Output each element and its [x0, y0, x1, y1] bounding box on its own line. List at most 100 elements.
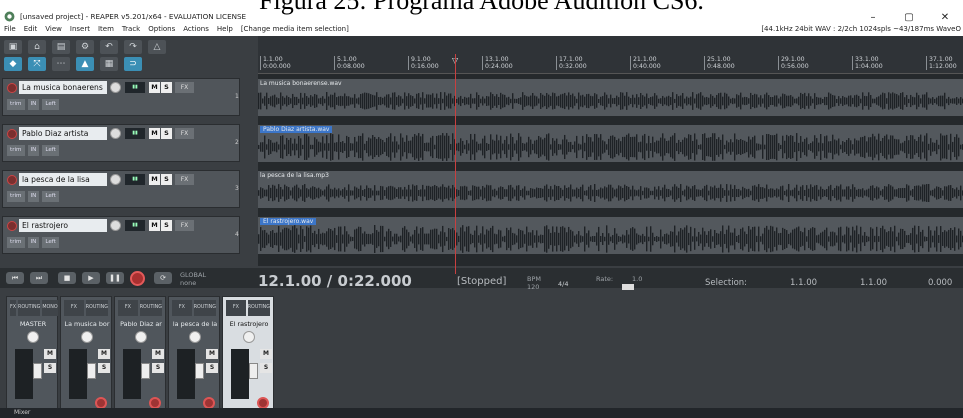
- output-select[interactable]: Left: [42, 145, 59, 156]
- mixer-tab[interactable]: Mixer: [14, 409, 30, 416]
- media-item[interactable]: El rastrojero.wav: [258, 217, 963, 254]
- strip-mute-button[interactable]: M: [206, 349, 218, 359]
- stop-button[interactable]: ■: [58, 272, 76, 284]
- strip-mute-button[interactable]: M: [98, 349, 110, 359]
- output-select[interactable]: Left: [42, 237, 59, 248]
- menu-item[interactable]: Options: [148, 25, 175, 33]
- master-strip[interactable]: FX ROUTING MONO MASTER M S: [6, 296, 58, 418]
- strip-solo-button[interactable]: S: [44, 363, 56, 373]
- output-select[interactable]: Left: [42, 191, 59, 202]
- ruler-marker[interactable]: 33.1.00 1:04.000: [852, 56, 883, 70]
- strip-name[interactable]: Pablo Diaz ar: [115, 320, 167, 328]
- routing-button[interactable]: ROUTING: [85, 300, 108, 316]
- volume-knob-icon[interactable]: [110, 82, 121, 93]
- selection-start[interactable]: 1.1.00: [790, 278, 817, 288]
- ruler-marker[interactable]: 13.1.00 0:24.000: [482, 56, 513, 70]
- ruler-marker[interactable]: 9.1.00 0:16.000: [408, 56, 439, 70]
- track-name[interactable]: Pablo Diaz artista: [19, 127, 107, 140]
- mute-button[interactable]: M: [149, 82, 160, 93]
- pan-knob-icon[interactable]: [27, 331, 39, 343]
- media-item[interactable]: La musica bonaerense.wav: [258, 79, 963, 116]
- go-end-button[interactable]: ⏭: [30, 272, 48, 284]
- volume-fader[interactable]: [33, 363, 42, 379]
- mixer-strip[interactable]: FXROUTINGLa musica borMS1: [60, 296, 112, 418]
- mixer-strip[interactable]: FXROUTINGEl rastrojeroMS4: [222, 296, 274, 418]
- strip-fx-button[interactable]: FX: [226, 300, 246, 316]
- open-project-icon[interactable]: ⌂: [28, 40, 46, 54]
- volume-fader[interactable]: [141, 363, 150, 379]
- routing-button[interactable]: ROUTING: [18, 300, 41, 316]
- solo-button[interactable]: S: [161, 220, 172, 231]
- strip-solo-button[interactable]: S: [98, 363, 110, 373]
- input-button[interactable]: IN: [27, 145, 40, 156]
- routing-button[interactable]: ROUTING: [247, 300, 270, 316]
- save-icon[interactable]: ▤: [52, 40, 70, 54]
- track-header[interactable]: La musica bonaerens ▮▮ M S FX trim IN Left 1: [2, 78, 240, 116]
- pan-knob-icon[interactable]: [243, 331, 255, 343]
- edit-cursor[interactable]: [455, 54, 456, 274]
- trim-button[interactable]: trim: [7, 191, 25, 202]
- selection-end[interactable]: 1.1.00: [860, 278, 887, 288]
- strip-fx-button[interactable]: FX: [118, 300, 138, 316]
- ripple-icon[interactable]: ⤧: [28, 57, 46, 71]
- volume-fader[interactable]: [249, 363, 258, 379]
- volume-knob-icon[interactable]: [110, 128, 121, 139]
- trim-button[interactable]: trim: [7, 99, 25, 110]
- selection-length[interactable]: 0.000: [928, 278, 952, 288]
- strip-fx-button[interactable]: FX: [172, 300, 192, 316]
- metronome-icon[interactable]: △: [148, 40, 166, 54]
- record-button[interactable]: [130, 271, 145, 286]
- solo-button[interactable]: S: [161, 174, 172, 185]
- solo-button[interactable]: S: [161, 82, 172, 93]
- strip-fx-button[interactable]: FX: [10, 300, 17, 316]
- settings-icon[interactable]: ⚙: [76, 40, 94, 54]
- strip-mute-button[interactable]: M: [152, 349, 164, 359]
- strip-name[interactable]: La musica bor: [61, 320, 113, 328]
- envelope-icon[interactable]: ▦: [100, 57, 118, 71]
- volume-knob-icon[interactable]: [110, 220, 121, 231]
- menu-item[interactable]: File: [4, 25, 16, 33]
- play-button[interactable]: ▶: [82, 272, 100, 284]
- fx-button[interactable]: FX: [175, 82, 194, 93]
- ruler-marker[interactable]: 29.1.00 0:56.000: [778, 56, 809, 70]
- input-button[interactable]: IN: [27, 191, 40, 202]
- rate-value[interactable]: 1.0: [632, 275, 642, 283]
- menu-item[interactable]: View: [45, 25, 62, 33]
- menu-item[interactable]: Insert: [70, 25, 90, 33]
- fx-button[interactable]: FX: [175, 128, 194, 139]
- routing-button[interactable]: ROUTING: [139, 300, 162, 316]
- volume-fader[interactable]: [195, 363, 204, 379]
- mute-button[interactable]: M: [149, 128, 160, 139]
- solo-button[interactable]: S: [161, 128, 172, 139]
- record-arm-icon[interactable]: [7, 221, 17, 231]
- menu-item[interactable]: Edit: [24, 25, 38, 33]
- trim-button[interactable]: trim: [7, 237, 25, 248]
- record-arm-icon[interactable]: [7, 129, 17, 139]
- track-name[interactable]: la pesca de la lisa: [19, 173, 107, 186]
- ruler-marker[interactable]: 17.1.00 0:32.000: [556, 56, 587, 70]
- pan-knob-icon[interactable]: [135, 331, 147, 343]
- record-arm-icon[interactable]: [7, 175, 17, 185]
- trim-button[interactable]: trim: [7, 145, 25, 156]
- record-arm-icon[interactable]: [7, 83, 17, 93]
- arrange-view[interactable]: La musica bonaerense.wav Pablo Diaz artis…: [258, 74, 963, 266]
- volume-fader[interactable]: [87, 363, 96, 379]
- loop-icon[interactable]: ⊃: [124, 57, 142, 71]
- routing-button[interactable]: ROUTING: [193, 300, 216, 316]
- mute-button[interactable]: M: [149, 174, 160, 185]
- snap-icon[interactable]: ◆: [4, 57, 22, 71]
- lock-icon[interactable]: ▲: [76, 57, 94, 71]
- menu-item[interactable]: [Change media item selection]: [241, 25, 349, 33]
- menu-item[interactable]: Help: [217, 25, 233, 33]
- strip-solo-button[interactable]: S: [206, 363, 218, 373]
- media-item[interactable]: la pesca de la lisa.mp3: [258, 171, 963, 208]
- time-signature[interactable]: 4/4: [558, 280, 568, 288]
- input-button[interactable]: IN: [27, 99, 40, 110]
- mixer-strip[interactable]: FXROUTINGla pesca de laMS3: [168, 296, 220, 418]
- strip-name[interactable]: MASTER: [7, 320, 59, 328]
- strip-solo-button[interactable]: S: [152, 363, 164, 373]
- new-project-icon[interactable]: ▣: [4, 40, 22, 54]
- strip-name[interactable]: El rastrojero: [223, 320, 275, 328]
- grid-icon[interactable]: ⋯: [52, 57, 70, 71]
- ruler-marker[interactable]: 21.1.00 0:40.000: [630, 56, 661, 70]
